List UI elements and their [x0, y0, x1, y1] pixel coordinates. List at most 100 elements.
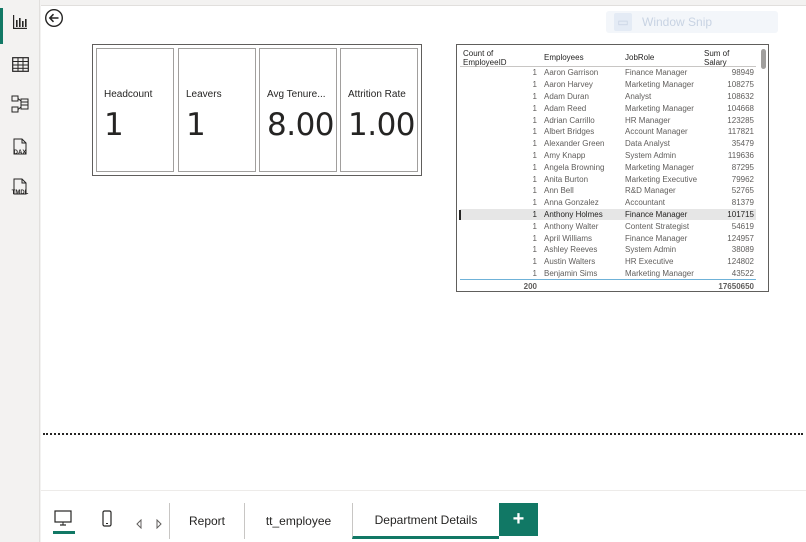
cell-count: 1 [532, 186, 537, 196]
scrollbar-thumb[interactable] [761, 49, 766, 69]
cell-salary: 52765 [731, 186, 754, 196]
cell-jobrole: Marketing Manager [625, 268, 694, 278]
cell-jobrole: Marketing Executive [625, 174, 698, 184]
cell-count: 1 [532, 103, 537, 113]
table-row[interactable]: 1 Aaron Garrison Finance Manager 98949 [460, 67, 756, 79]
next-page-icon[interactable] [154, 516, 164, 530]
total-salary: 17650650 [718, 281, 754, 291]
cell-employee: Anita Burton [544, 174, 589, 184]
cell-jobrole: Marketing Manager [625, 103, 694, 113]
table-body: 1 Aaron Garrison Finance Manager 98949 1 Aaro… [459, 67, 756, 280]
cell-count: 1 [532, 162, 537, 172]
header-employees[interactable]: Employees [540, 53, 621, 62]
cell-employee: Anthony Walter [544, 221, 599, 231]
table-row[interactable]: 1 Angela Browning Marketing Manager 87295 [460, 161, 756, 173]
page-boundary-line [43, 433, 803, 435]
cell-count: 1 [532, 68, 537, 78]
cell-employee: Ashley Reeves [544, 245, 598, 255]
view-switcher-rail: DAX TMDL [0, 0, 40, 542]
cell-count: 1 [532, 221, 537, 231]
cell-count: 1 [532, 233, 537, 243]
tab-report[interactable]: Report [169, 503, 244, 539]
window-snip-label: Window Snip [642, 15, 713, 29]
cell-employee: Amy Knapp [544, 150, 586, 160]
card-value: 1 [104, 107, 124, 143]
table-row[interactable]: 1 Alexander Green Data Analyst 35479 [460, 138, 756, 150]
cell-employee: Anna Gonzalez [544, 198, 599, 208]
table-scrollbar[interactable] [761, 49, 766, 283]
header-jobrole[interactable]: JobRole [621, 53, 701, 62]
tab-label: Report [188, 514, 226, 528]
cell-salary: 38089 [731, 245, 754, 255]
card-label: Avg Tenure... [267, 89, 326, 100]
table-row[interactable]: 1 Amy Knapp System Admin 119636 [460, 150, 756, 162]
cell-jobrole: HR Executive [625, 257, 674, 267]
add-page-button[interactable]: + [499, 503, 538, 536]
card-leavers[interactable]: Leavers 1 [178, 48, 256, 172]
mobile-layout-icon[interactable] [102, 510, 112, 532]
dax-query-view-icon[interactable]: DAX [0, 128, 40, 164]
card-headcount[interactable]: Headcount 1 [96, 48, 174, 172]
tab-label: tt_employee [265, 514, 332, 528]
table-row[interactable]: 1 Anthony Walter Content Strategist 54619 [460, 220, 756, 232]
table-row[interactable]: 1 Anna Gonzalez Accountant 81379 [460, 197, 756, 209]
desktop-layout-icon[interactable] [54, 510, 72, 531]
table-row[interactable]: 1 April Williams Finance Manager 124957 [460, 232, 756, 244]
table-row[interactable]: 1 Adrian Carrillo HR Manager 123285 [460, 114, 756, 126]
table-view-icon[interactable] [0, 46, 40, 82]
report-view-icon[interactable] [0, 4, 40, 44]
cell-salary: 98949 [731, 68, 754, 78]
card-attrition-rate[interactable]: Attrition Rate 1.00 [340, 48, 418, 172]
cell-jobrole: Marketing Manager [625, 162, 694, 172]
tmdl-view-icon[interactable]: TMDL [0, 168, 40, 204]
tab-label: Department Details [374, 512, 478, 527]
cell-salary: 108632 [727, 91, 754, 101]
cell-employee: Aaron Harvey [544, 80, 593, 90]
cell-salary: 54619 [731, 221, 754, 231]
row-selection-marker [459, 209, 461, 220]
table-row[interactable]: 1 Adam Duran Analyst 108632 [460, 91, 756, 103]
card-value: 8.00 [267, 107, 335, 143]
cell-salary: 117821 [727, 127, 754, 137]
cell-jobrole: Finance Manager [625, 233, 688, 243]
table-row[interactable]: 1 Albert Bridges Account Manager 117821 [460, 126, 756, 138]
cell-count: 1 [532, 80, 537, 90]
previous-page-icon[interactable] [134, 516, 144, 530]
back-arrow-icon[interactable] [44, 8, 64, 28]
table-row[interactable]: 1 Anthony Holmes Finance Manager 101715 [459, 208, 756, 221]
cell-salary: 108275 [727, 80, 754, 90]
card-value: 1.00 [348, 107, 416, 143]
employee-table-visual[interactable]: Count of EmployeeID Employees JobRole Su… [456, 44, 769, 292]
cell-employee: Anthony Holmes [544, 209, 603, 219]
table-row[interactable]: 1 Ashley Reeves System Admin 38089 [460, 244, 756, 256]
tab-department-details[interactable]: Department Details [352, 503, 499, 539]
table-row[interactable]: 1 Benjamin Sims Marketing Manager 43522 [460, 268, 756, 280]
cell-count: 1 [532, 127, 537, 137]
cell-count: 1 [532, 139, 537, 149]
card-label: Headcount [104, 89, 153, 100]
cell-count: 1 [532, 198, 537, 208]
cell-jobrole: Content Strategist [625, 221, 690, 231]
table-row[interactable]: 1 Anita Burton Marketing Executive 79962 [460, 173, 756, 185]
cell-employee: Adrian Carrillo [544, 115, 595, 125]
model-view-icon[interactable] [0, 86, 40, 122]
cell-employee: Adam Duran [544, 91, 589, 101]
card-value: 1 [186, 107, 206, 143]
kpi-cards-visual[interactable]: Headcount 1 Leavers 1 Avg Tenure... 8.00… [92, 44, 422, 176]
table-row[interactable]: 1 Ann Bell R&D Manager 52765 [460, 185, 756, 197]
window-snip-button[interactable]: ▭ Window Snip [606, 11, 778, 33]
card-avg-tenure[interactable]: Avg Tenure... 8.00 [259, 48, 337, 172]
dax-label: DAX [13, 150, 27, 156]
cell-salary: 87295 [731, 162, 754, 172]
cell-jobrole: Analyst [625, 91, 652, 101]
cell-employee: Alexander Green [544, 139, 605, 149]
header-count-employeeid[interactable]: Count of EmployeeID [460, 49, 540, 67]
tab-tt-employee[interactable]: tt_employee [244, 503, 352, 539]
table-row[interactable]: 1 Aaron Harvey Marketing Manager 108275 [460, 79, 756, 91]
table-row[interactable]: 1 Adam Reed Marketing Manager 104668 [460, 102, 756, 114]
table-row[interactable]: 1 Austin Walters HR Executive 124802 [460, 256, 756, 268]
table-header: Count of EmployeeID Employees JobRole Su… [460, 49, 756, 67]
cell-jobrole: R&D Manager [625, 186, 676, 196]
cell-salary: 79962 [731, 174, 754, 184]
header-sum-salary[interactable]: Sum of Salary [701, 49, 756, 67]
